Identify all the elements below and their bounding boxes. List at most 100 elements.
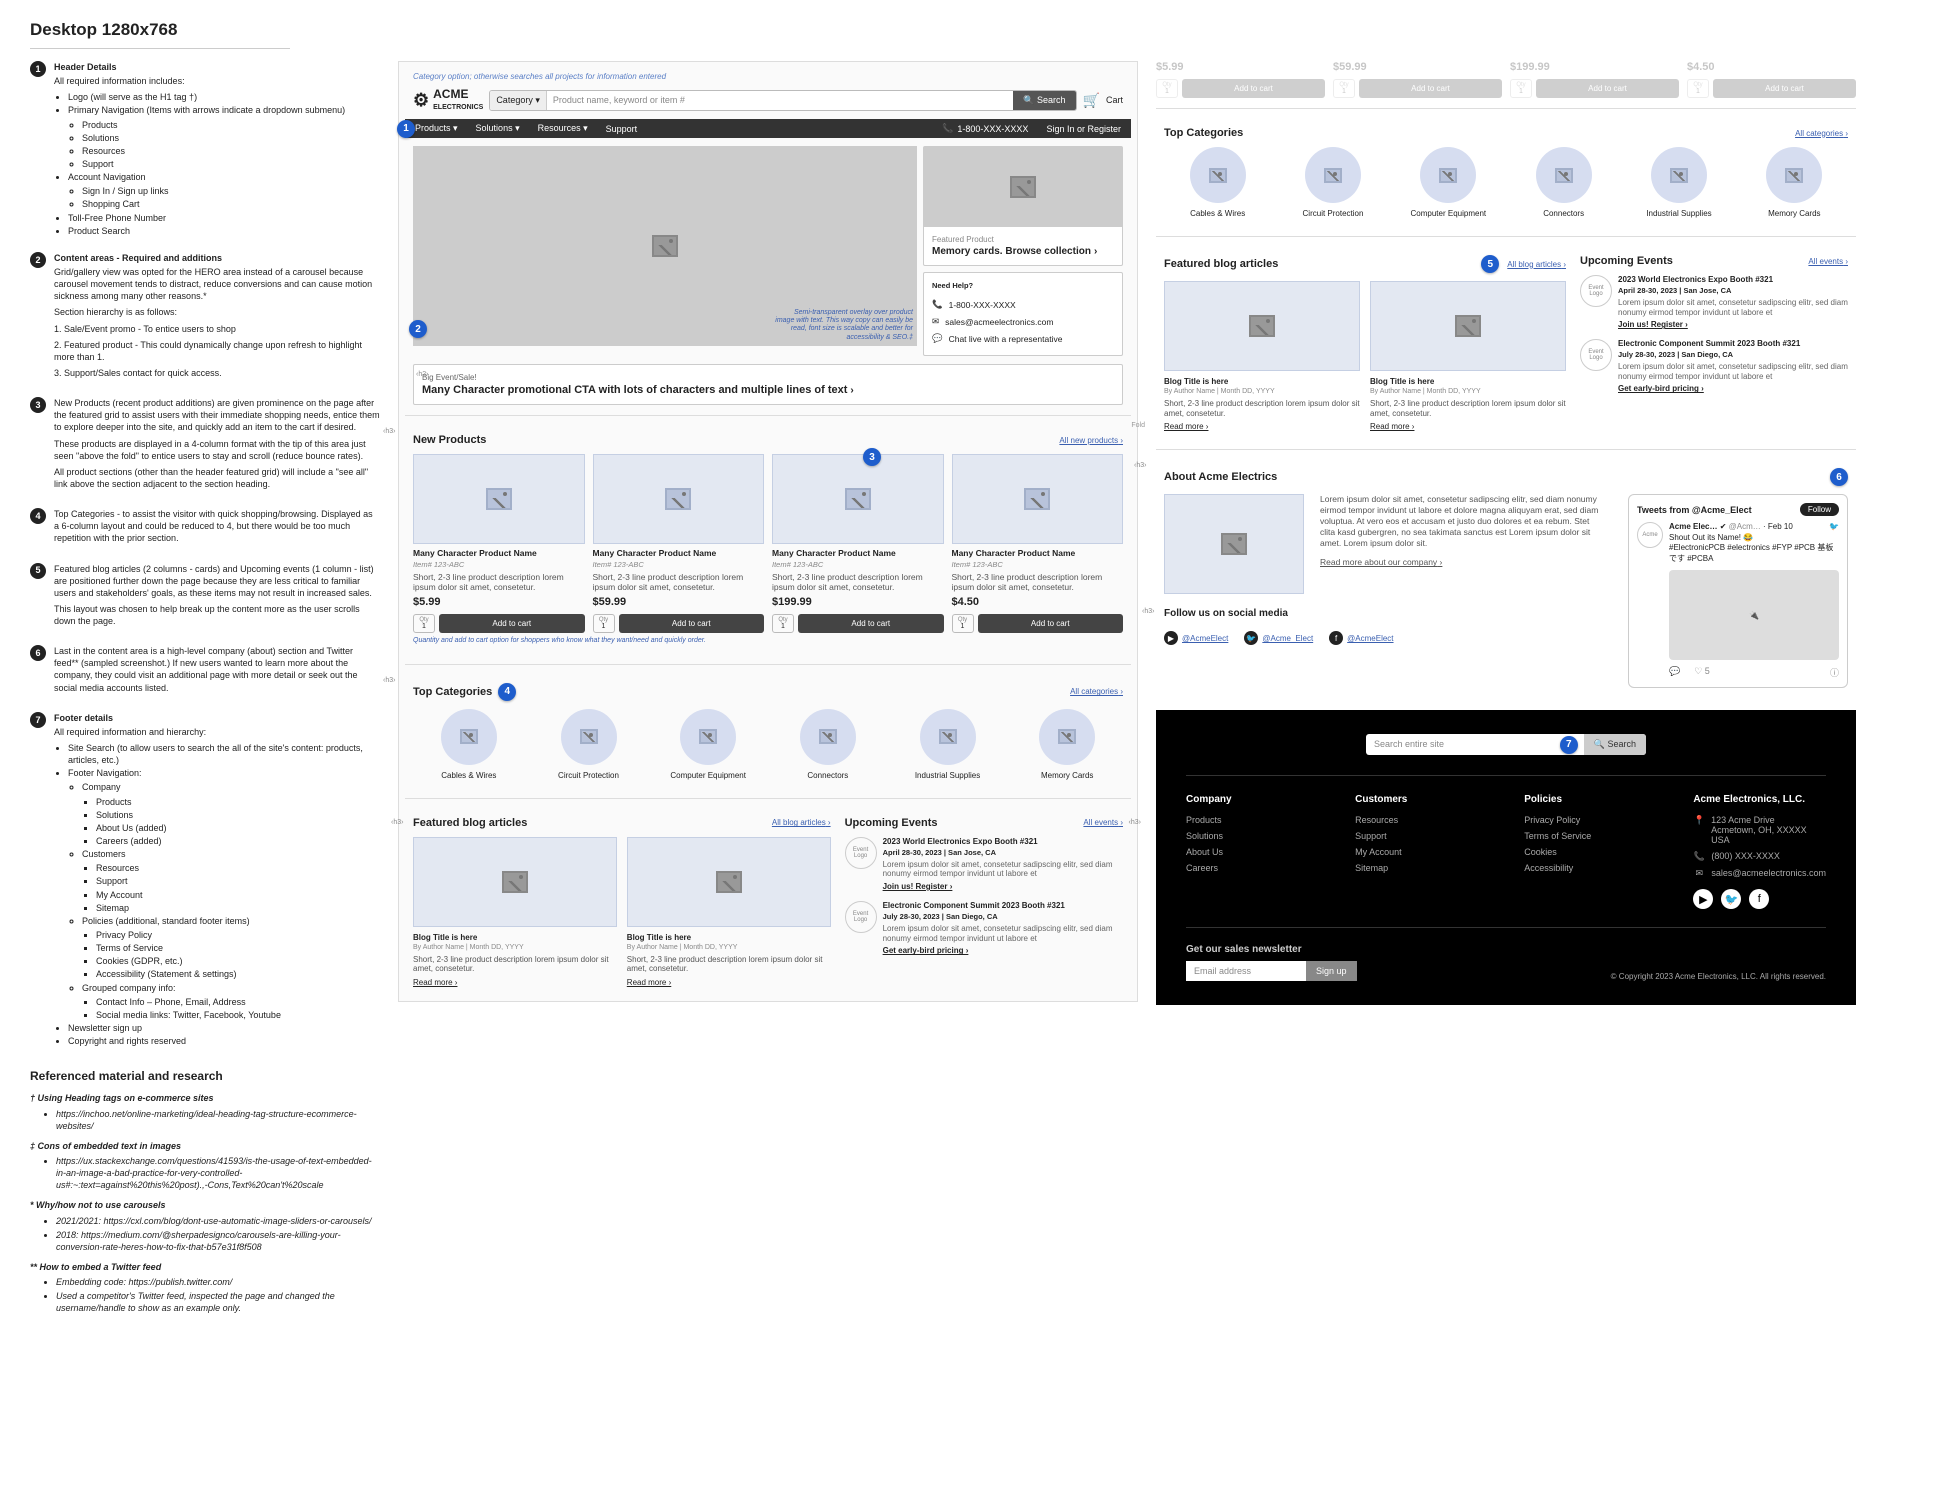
- footer-link[interactable]: Support: [1355, 831, 1484, 841]
- logo-text-bottom: ELECTRONICS: [433, 104, 483, 111]
- all-events-link[interactable]: All events ›: [1083, 818, 1123, 827]
- qty-input[interactable]: Qty1: [593, 614, 615, 633]
- cart-label[interactable]: Cart: [1106, 95, 1123, 105]
- add-to-cart-button[interactable]: Add to cart: [1182, 79, 1325, 98]
- category-item[interactable]: Cables & Wires: [1164, 147, 1271, 218]
- add-to-cart-button[interactable]: Add to cart: [439, 614, 585, 633]
- new-products-title: New Products: [413, 434, 486, 446]
- category-item[interactable]: Industrial Supplies: [1625, 147, 1732, 218]
- topbar-note: Category option; otherwise searches all …: [405, 68, 1131, 85]
- youtube-icon[interactable]: ▶: [1693, 889, 1713, 909]
- logo[interactable]: ⚙ ACMEELECTRONICS: [413, 89, 483, 111]
- nh-chat[interactable]: 💬 Chat live with a representative: [932, 330, 1114, 347]
- nav-support[interactable]: Support: [606, 124, 638, 134]
- nav-signin[interactable]: Sign In or Register: [1046, 124, 1121, 134]
- info-icon[interactable]: ⓘ: [1830, 666, 1839, 679]
- qty-input[interactable]: Qty1: [1510, 79, 1532, 98]
- event-promo-bar[interactable]: ‹h2› Big Event/Sale! Many Character prom…: [413, 364, 1123, 405]
- footer-link[interactable]: Privacy Policy: [1524, 815, 1653, 825]
- qty-input[interactable]: Qty1: [1333, 79, 1355, 98]
- footer-search-input[interactable]: Search entire site: [1366, 734, 1554, 755]
- category-item[interactable]: Industrial Supplies: [892, 709, 1004, 780]
- add-to-cart-button[interactable]: Add to cart: [978, 614, 1124, 633]
- category-item[interactable]: Circuit Protection: [1279, 147, 1386, 218]
- footer-link[interactable]: Terms of Service: [1524, 831, 1653, 841]
- social-link[interactable]: ▶@AcmeElect: [1164, 631, 1228, 645]
- need-help-title: Need Help?: [932, 281, 1114, 290]
- footer-link[interactable]: Products: [1186, 815, 1315, 825]
- qty-input[interactable]: Qty1: [413, 614, 435, 633]
- search-input[interactable]: Product name, keyword or item #: [547, 91, 1013, 110]
- event-item: Event Logo2023 World Electronics Expo Bo…: [845, 837, 1123, 891]
- cont-all-blogs-link[interactable]: All blog articles ›: [1507, 260, 1566, 269]
- nav-resources[interactable]: Resources ▾: [538, 123, 588, 134]
- about-link[interactable]: Read more about our company ›: [1320, 557, 1602, 568]
- footer-link[interactable]: Cookies: [1524, 847, 1653, 857]
- featured-card[interactable]: Featured Product Memory cards. Browse co…: [923, 146, 1123, 266]
- footer-link[interactable]: Careers: [1186, 863, 1315, 873]
- social-link[interactable]: 🐦@Acme_Elect: [1244, 631, 1313, 645]
- nh-email[interactable]: ✉ sales@acmeelectronics.com: [932, 313, 1114, 330]
- category-item[interactable]: Cables & Wires: [413, 709, 525, 780]
- category-item[interactable]: Computer Equipment: [1395, 147, 1502, 218]
- category-item[interactable]: Memory Cards: [1011, 709, 1123, 780]
- tweet-handle: @Acm…: [1729, 522, 1761, 531]
- facebook-icon[interactable]: f: [1749, 889, 1769, 909]
- reply-icon[interactable]: 💬: [1669, 666, 1680, 679]
- qty-input[interactable]: Qty1: [952, 614, 974, 633]
- read-more-link[interactable]: Read more ›: [413, 978, 457, 987]
- footer-search-button[interactable]: 🔍 Search: [1584, 734, 1646, 755]
- marker-3: 3: [863, 448, 881, 466]
- category-item[interactable]: Connectors: [772, 709, 884, 780]
- twitter-icon[interactable]: 🐦: [1721, 889, 1741, 909]
- footer-link[interactable]: About Us: [1186, 847, 1315, 857]
- footer-link[interactable]: Resources: [1355, 815, 1484, 825]
- nav-products[interactable]: Products ▾: [415, 123, 458, 134]
- image-placeholder-icon: [652, 235, 678, 257]
- read-more-link[interactable]: Read more ›: [1164, 422, 1208, 431]
- read-more-link[interactable]: Read more ›: [627, 978, 671, 987]
- cont-all-categories-link[interactable]: All categories ›: [1795, 129, 1848, 138]
- event-link[interactable]: Get early-bird pricing ›: [883, 946, 969, 955]
- nav-solutions[interactable]: Solutions ▾: [476, 123, 520, 134]
- annotation-7: 7Footer detailsAll required information …: [30, 712, 380, 1049]
- cont-all-events-link[interactable]: All events ›: [1808, 257, 1848, 266]
- category-item[interactable]: Connectors: [1510, 147, 1617, 218]
- newsletter-input[interactable]: Email address: [1186, 961, 1306, 981]
- hero-area: 2 Semi-transparent overlay over product …: [405, 138, 1131, 364]
- category-select[interactable]: Category ▾: [490, 91, 547, 110]
- footer-link[interactable]: My Account: [1355, 847, 1484, 857]
- hero-main-image[interactable]: Semi-transparent overlay over product im…: [413, 146, 917, 346]
- footer-link[interactable]: Accessibility: [1524, 863, 1653, 873]
- category-item[interactable]: Circuit Protection: [533, 709, 645, 780]
- read-more-link[interactable]: Read more ›: [1370, 422, 1414, 431]
- tweet-avatar: Acme: [1637, 522, 1663, 548]
- annotation-2: 2Content areas - Required and additionsG…: [30, 252, 380, 383]
- qty-input[interactable]: Qty1: [772, 614, 794, 633]
- event-link[interactable]: Get early-bird pricing ›: [1618, 384, 1704, 393]
- qty-input[interactable]: Qty1: [1156, 79, 1178, 98]
- add-to-cart-button[interactable]: Add to cart: [1536, 79, 1679, 98]
- like-icon[interactable]: ♡ 5: [1694, 666, 1710, 679]
- qty-input[interactable]: Qty1: [1687, 79, 1709, 98]
- add-to-cart-button[interactable]: Add to cart: [798, 614, 944, 633]
- social-link[interactable]: f@AcmeElect: [1329, 631, 1393, 645]
- category-item[interactable]: Computer Equipment: [652, 709, 764, 780]
- tweet-follow-button[interactable]: Follow: [1800, 503, 1839, 516]
- all-blogs-link[interactable]: All blog articles ›: [772, 818, 831, 827]
- cart-icon[interactable]: 🛒: [1083, 92, 1100, 109]
- footer-link[interactable]: Sitemap: [1355, 863, 1484, 873]
- event-link[interactable]: Join us! Register ›: [883, 882, 953, 891]
- add-to-cart-button[interactable]: Add to cart: [1359, 79, 1502, 98]
- newsletter-button[interactable]: Sign up: [1306, 961, 1357, 981]
- add-to-cart-button[interactable]: Add to cart: [619, 614, 765, 633]
- search-button[interactable]: 🔍 Search: [1013, 91, 1075, 110]
- category-item[interactable]: Memory Cards: [1741, 147, 1848, 218]
- nh-phone[interactable]: 📞 1-800-XXX-XXXX: [932, 296, 1114, 313]
- about-image: [1164, 494, 1304, 594]
- all-categories-link[interactable]: All categories ›: [1070, 687, 1123, 696]
- all-new-products-link[interactable]: All new products ›: [1059, 436, 1123, 445]
- event-link[interactable]: Join us! Register ›: [1618, 320, 1688, 329]
- add-to-cart-button[interactable]: Add to cart: [1713, 79, 1856, 98]
- footer-link[interactable]: Solutions: [1186, 831, 1315, 841]
